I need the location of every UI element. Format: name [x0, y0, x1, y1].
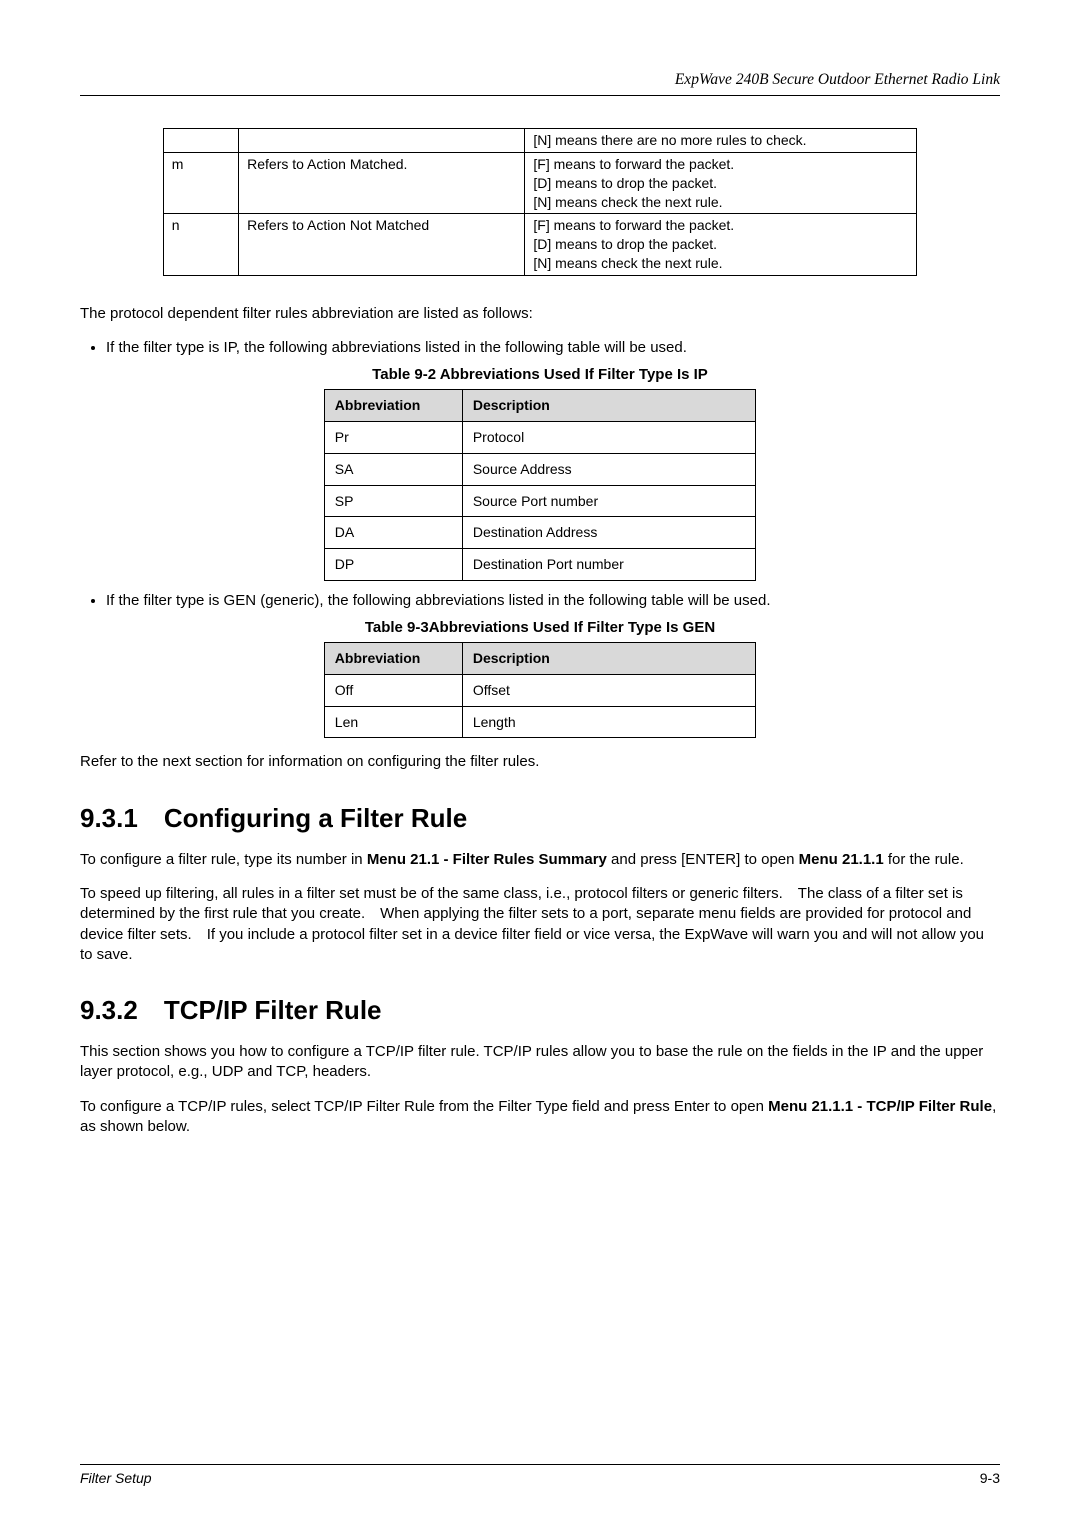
- table-row: SP Source Port number: [324, 485, 755, 517]
- section-931-p2: To speed up filtering, all rules in a fi…: [80, 884, 1000, 965]
- table-ip-caption: Table 9-2 Abbreviations Used If Filter T…: [80, 365, 1000, 385]
- table-gen-caption: Table 9-3Abbreviations Used If Filter Ty…: [80, 618, 1000, 638]
- table-row: SA Source Address: [324, 453, 755, 485]
- header-title: ExpWave 240B Secure Outdoor Ethernet Rad…: [675, 71, 1000, 88]
- table-row: [N] means there are no more rules to che…: [163, 128, 916, 152]
- table-row: m Refers to Action Matched. [F] means to…: [163, 152, 916, 214]
- rules-r0-c2: [N] means there are no more rules to che…: [525, 128, 917, 152]
- rules-r1-c1: Refers to Action Matched.: [239, 152, 525, 214]
- list-item: If the filter type is GEN (generic), the…: [106, 591, 1000, 611]
- footer-left: Filter Setup: [80, 1469, 152, 1488]
- rules-table: [N] means there are no more rules to che…: [163, 128, 917, 276]
- section-931-p1: To configure a filter rule, type its num…: [80, 850, 1000, 870]
- table-row: DP Destination Port number: [324, 549, 755, 581]
- table-gen-head-desc: Description: [462, 642, 755, 674]
- rules-r0-c0: [163, 128, 238, 152]
- table-row: Len Length: [324, 706, 755, 738]
- bullet-list-gen: If the filter type is GEN (generic), the…: [106, 591, 1000, 611]
- section-932-title: 9.3.2 TCP/IP Filter Rule: [80, 993, 1000, 1028]
- table-header-row: Abbreviation Description: [324, 642, 755, 674]
- rules-r2-c2: [F] means to forward the packet. [D] mea…: [525, 214, 917, 276]
- rules-r1-c0: m: [163, 152, 238, 214]
- page-header: ExpWave 240B Secure Outdoor Ethernet Rad…: [80, 70, 1000, 96]
- bullet-list-ip: If the filter type is IP, the following …: [106, 338, 1000, 358]
- refer-next-paragraph: Refer to the next section for informatio…: [80, 752, 1000, 772]
- table-row: Off Offset: [324, 674, 755, 706]
- section-932-p2: To configure a TCP/IP rules, select TCP/…: [80, 1097, 1000, 1138]
- section-932-p1: This section shows you how to configure …: [80, 1042, 1000, 1083]
- table-ip-head-desc: Description: [462, 389, 755, 421]
- footer-right: 9-3: [980, 1469, 1000, 1488]
- protocol-paragraph: The protocol dependent filter rules abbr…: [80, 304, 1000, 324]
- table-header-row: Abbreviation Description: [324, 389, 755, 421]
- section-931-title: 9.3.1 Configuring a Filter Rule: [80, 801, 1000, 836]
- table-row: n Refers to Action Not Matched [F] means…: [163, 214, 916, 276]
- table-ip-head-abbr: Abbreviation: [324, 389, 462, 421]
- table-gen: Abbreviation Description Off Offset Len …: [324, 642, 756, 739]
- rules-r0-c1: [239, 128, 525, 152]
- page-footer: Filter Setup 9-3: [80, 1464, 1000, 1488]
- table-gen-head-abbr: Abbreviation: [324, 642, 462, 674]
- rules-r1-c2: [F] means to forward the packet. [D] mea…: [525, 152, 917, 214]
- table-ip: Abbreviation Description Pr Protocol SA …: [324, 389, 756, 581]
- list-item: If the filter type is IP, the following …: [106, 338, 1000, 358]
- rules-r2-c0: n: [163, 214, 238, 276]
- table-row: Pr Protocol: [324, 421, 755, 453]
- table-row: DA Destination Address: [324, 517, 755, 549]
- rules-r2-c1: Refers to Action Not Matched: [239, 214, 525, 276]
